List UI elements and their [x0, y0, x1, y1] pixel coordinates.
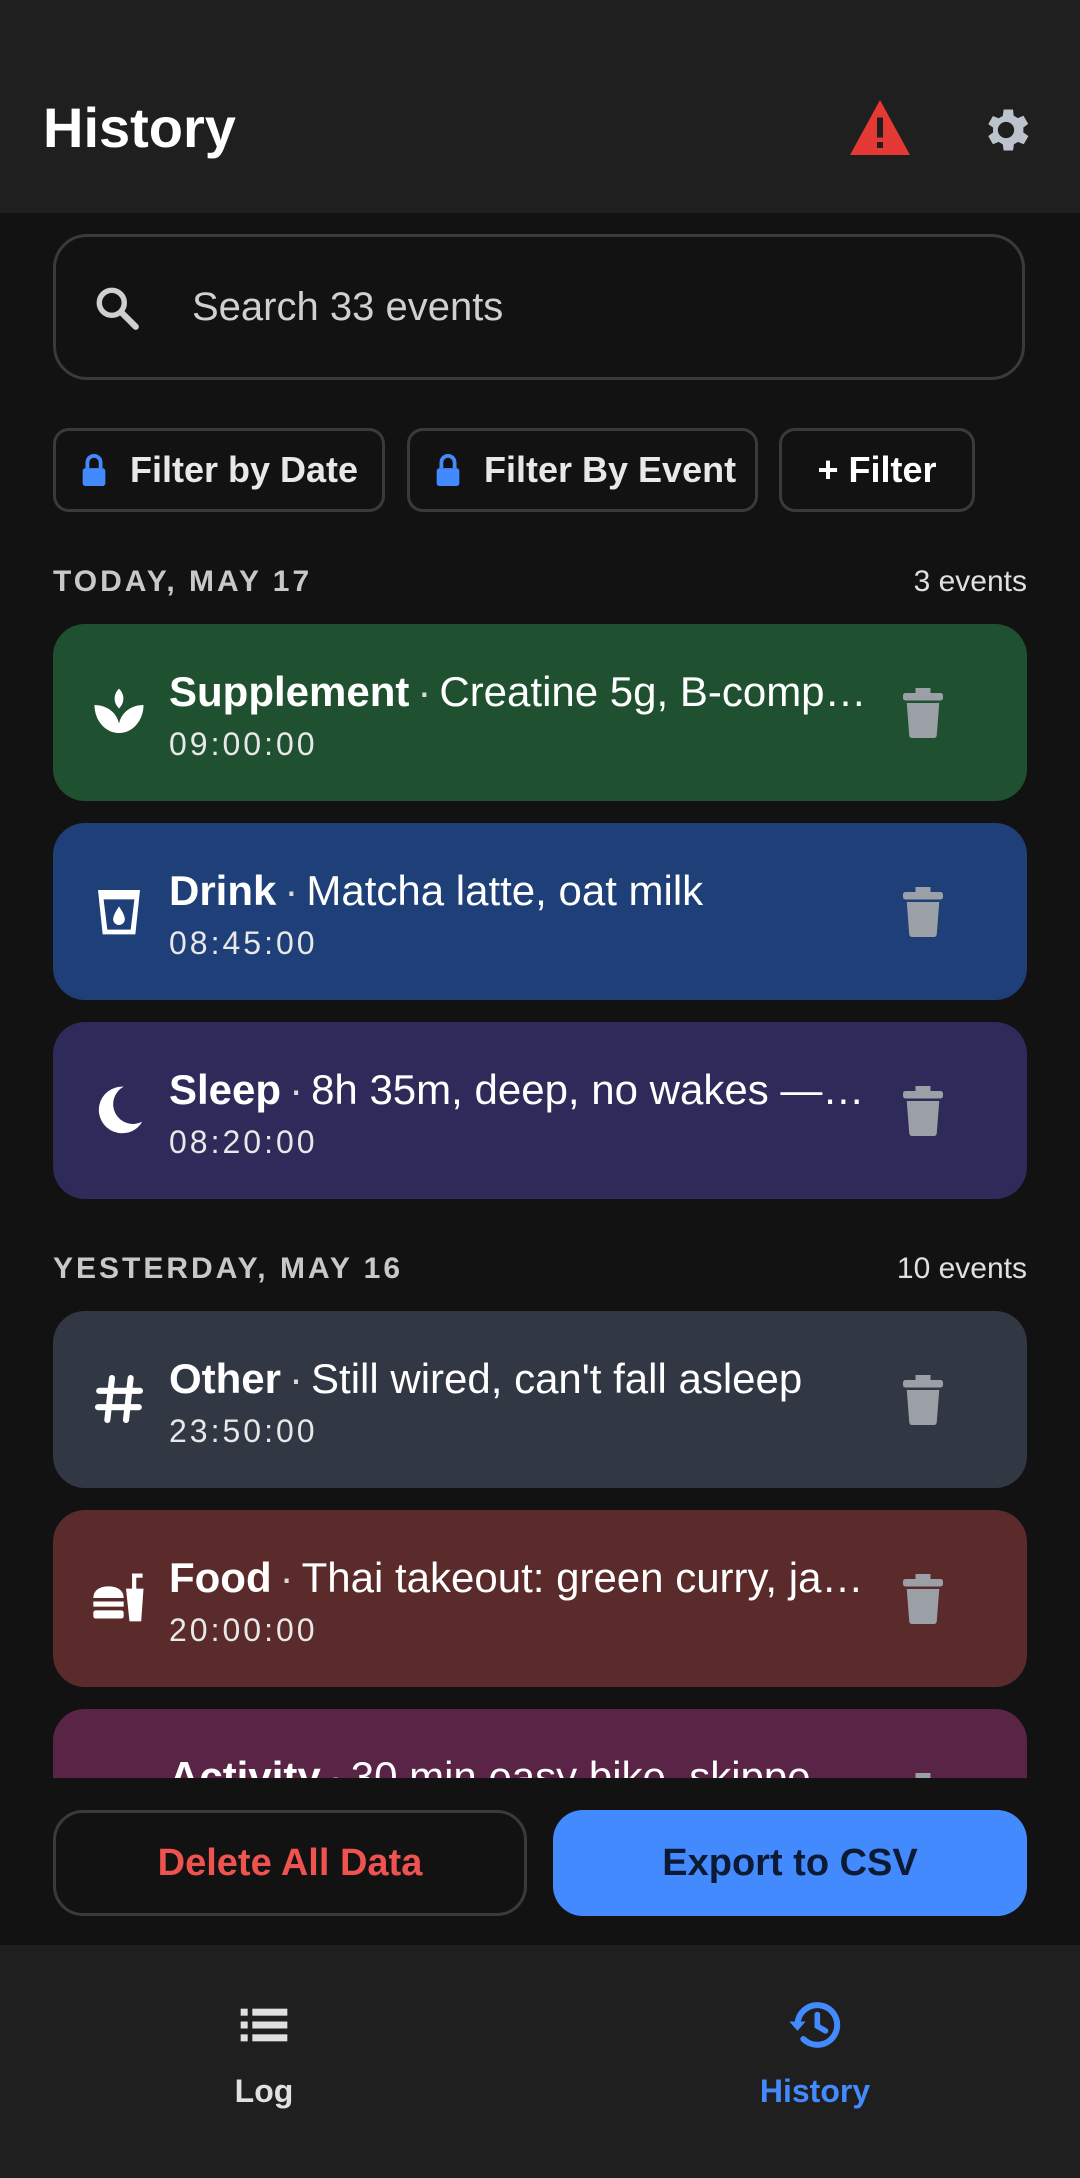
event-summary: Supplement · Creatine 5g, B-comple… — [169, 668, 869, 716]
event-summary: Sleep · 8h 35m, deep, no wakes — b… — [169, 1066, 869, 1114]
filter-label: Filter by Date — [130, 449, 359, 490]
section-heading: YESTERDAY, MAY 16 — [53, 1252, 404, 1285]
event-note: 30 min easy bike, skipped … — [350, 1753, 869, 1778]
event-time: 09:00:00 — [169, 726, 318, 762]
event-card[interactable]: Drink · Matcha latte, oat milk 08:45:00 — [53, 823, 1027, 1000]
event-summary: Drink · Matcha latte, oat milk — [169, 867, 869, 915]
warning-triangle-icon[interactable] — [850, 100, 910, 155]
event-card[interactable]: Activity · 30 min easy bike, skipped … — [53, 1709, 1027, 1778]
event-category: Supplement — [169, 668, 410, 715]
food-icon — [93, 1573, 144, 1622]
event-time: 23:50:00 — [169, 1413, 318, 1449]
trash-icon[interactable] — [903, 887, 943, 937]
trash-icon[interactable] — [903, 1086, 943, 1136]
event-note: 8h 35m, deep, no wakes — b… — [311, 1066, 869, 1113]
sprout-icon — [94, 688, 144, 733]
event-time: 08:20:00 — [169, 1124, 318, 1160]
separator-dot: · — [417, 668, 432, 715]
nav-label: Log — [234, 2073, 294, 2109]
section-header: TODAY, MAY 17 3 events — [53, 565, 1027, 605]
trash-icon[interactable] — [903, 1375, 943, 1425]
event-note: Still wired, can't fall asleep — [311, 1355, 803, 1402]
trash-icon[interactable] — [903, 1773, 943, 1778]
trash-icon[interactable] — [903, 688, 943, 738]
bottom-navigation: Log History — [0, 1945, 1080, 2178]
event-note: Thai takeout: green curry, jas… — [301, 1554, 869, 1601]
moon-icon — [98, 1086, 143, 1134]
app-bar: History — [0, 0, 1080, 213]
lock-icon — [436, 453, 460, 487]
separator-dot: · — [328, 1753, 343, 1778]
history-icon — [789, 2002, 841, 2048]
activity-icon — [91, 1769, 147, 1778]
separator-dot: · — [279, 1554, 294, 1601]
section-header: YESTERDAY, MAY 16 10 events — [53, 1252, 1027, 1292]
event-note: Matcha latte, oat milk — [306, 867, 704, 914]
event-card[interactable]: Food · Thai takeout: green curry, jas… 20:… — [53, 1510, 1027, 1687]
event-card[interactable]: Supplement · Creatine 5g, B-comple… 09:00:… — [53, 624, 1027, 801]
filter-by-event-chip[interactable]: Filter By Event — [407, 428, 758, 512]
separator-dot: · — [289, 1355, 304, 1402]
event-summary: Activity · 30 min easy bike, skipped … — [169, 1753, 869, 1778]
cup-icon — [98, 890, 140, 935]
search-input[interactable]: Search 33 events — [53, 234, 1025, 380]
separator-dot: · — [289, 1066, 304, 1113]
hash-icon — [94, 1374, 144, 1424]
lock-icon — [82, 453, 106, 487]
event-note: Creatine 5g, B-comple… — [439, 668, 869, 715]
section-heading: TODAY, MAY 17 — [53, 565, 313, 598]
delete-all-data-button[interactable]: Delete All Data — [53, 1810, 527, 1916]
search-icon — [96, 287, 139, 330]
event-category: Other — [169, 1355, 282, 1402]
event-summary: Food · Thai takeout: green curry, jas… — [169, 1554, 869, 1602]
section-count: 10 events — [896, 1252, 1027, 1285]
nav-history[interactable]: History — [665, 1945, 965, 2125]
event-category: Food — [169, 1554, 272, 1601]
separator-dot: · — [284, 867, 299, 914]
event-card[interactable]: Other · Still wired, can't fall asleep 23:… — [53, 1311, 1027, 1488]
filter-label: Filter By Event — [484, 449, 737, 490]
filter-label: + Filter — [817, 449, 937, 490]
event-time: 08:45:00 — [169, 925, 318, 961]
event-summary: Other · Still wired, can't fall asleep — [169, 1355, 869, 1403]
event-card[interactable]: Sleep · 8h 35m, deep, no wakes — b… 08:20:… — [53, 1022, 1027, 1199]
event-category: Drink — [169, 867, 277, 914]
event-category: Activity — [169, 1753, 321, 1778]
nav-label: History — [759, 2073, 871, 2109]
add-filter-chip[interactable]: + Filter — [779, 428, 975, 512]
history-list[interactable]: Search 33 events Filter by Date Filter B… — [0, 213, 1080, 1778]
search-placeholder: Search 33 events — [192, 285, 504, 329]
filter-by-date-chip[interactable]: Filter by Date — [53, 428, 385, 512]
export-csv-button[interactable]: Export to CSV — [553, 1810, 1027, 1916]
section-count: 3 events — [913, 565, 1027, 598]
page-title: History — [43, 96, 236, 159]
trash-icon[interactable] — [903, 1574, 943, 1624]
gear-icon[interactable] — [978, 102, 1034, 158]
event-category: Sleep — [169, 1066, 282, 1113]
list-icon — [240, 2008, 288, 2042]
nav-log[interactable]: Log — [114, 1945, 414, 2125]
event-time: 20:00:00 — [169, 1612, 318, 1648]
